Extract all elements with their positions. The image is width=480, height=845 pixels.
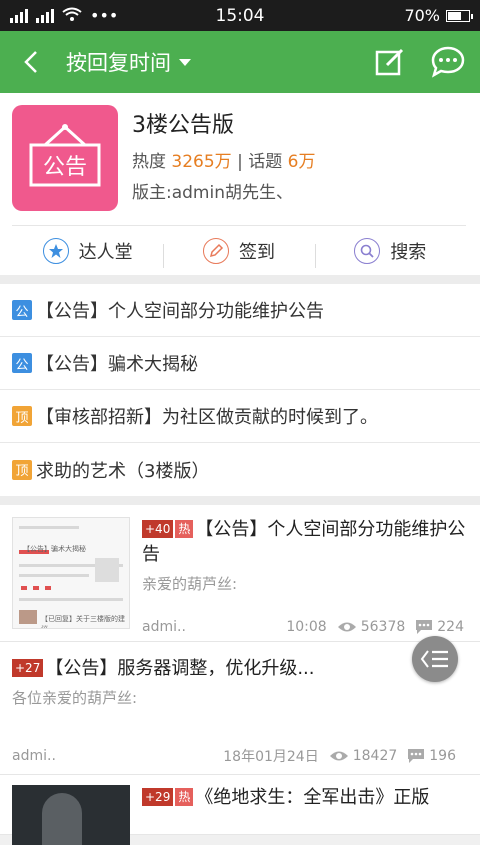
post-title: +40 热【公告】个人空间部分功能维护公告	[142, 517, 468, 567]
heat-value: 3265万	[171, 152, 232, 172]
score-badge: +40	[142, 520, 174, 538]
post-meta: admi.. 10:08 56378 224	[142, 619, 464, 635]
eye-icon	[337, 622, 356, 632]
post-item[interactable]: +27 【公告】服务器调整，优化升级... 各位亲爱的葫芦丝: admi.. 18…	[0, 642, 480, 775]
post-title: +27 【公告】服务器调整，优化升级...	[12, 656, 468, 681]
notice-text: 【审核部招新】为社区做贡献的时候到了。	[36, 407, 378, 428]
pinned-tag: 顶	[12, 459, 32, 480]
post-author: admi..	[12, 748, 56, 764]
search-button[interactable]: 搜索	[314, 237, 466, 268]
back-arrow-icon	[24, 51, 37, 73]
board-name: 3楼公告版	[132, 113, 234, 138]
post-item[interactable]: 【公告】骗术大揭秘 【已回复】关于三楼版的建议 +40 热【公告】个人空间部分功能…	[0, 505, 480, 642]
thumb-text: 【公告】骗术大揭秘	[23, 545, 86, 553]
sort-dropdown-label: 按回复时间	[66, 51, 171, 75]
experts-button[interactable]: 达人堂	[12, 237, 163, 264]
section-divider	[0, 275, 480, 284]
post-time: 18年01月24日	[223, 749, 319, 765]
post-list: 【公告】骗术大揭秘 【已回复】关于三楼版的建议 +40 热【公告】个人空间部分功能…	[0, 505, 480, 845]
board-moderator: 版主:admin胡先生、	[132, 183, 293, 203]
notice-item[interactable]: 公 【公告】骗术大揭秘	[0, 337, 480, 390]
notice-text: 【公告】个人空间部分功能维护公告	[36, 301, 324, 322]
post-thumbnail: 【公告】骗术大揭秘 【已回复】关于三楼版的建议	[12, 517, 130, 629]
post-time: 10:08	[286, 619, 327, 635]
heat-label: 热度	[132, 152, 166, 172]
comment-icon	[408, 749, 425, 763]
pinned-tag: 顶	[12, 406, 32, 426]
score-badge: +27	[12, 659, 44, 677]
post-item[interactable]: +29 热《绝地求生：全军出击》正版	[0, 775, 480, 845]
battery-icon	[446, 9, 473, 22]
topics-value: 6万	[287, 152, 316, 172]
sort-dropdown[interactable]: 按回复时间	[66, 47, 191, 77]
status-time: 15:04	[215, 5, 265, 26]
pencil-icon	[202, 237, 229, 264]
back-button[interactable]	[14, 45, 48, 79]
notice-item[interactable]: 顶 【审核部招新】为社区做贡献的时候到了。	[0, 390, 480, 443]
announcement-tag: 公	[12, 300, 32, 320]
board-stats: 热度 3265万 | 话题 6万	[132, 147, 315, 172]
announcement-tag: 公	[12, 353, 32, 373]
notice-text: 求助的艺术（3楼版）	[36, 460, 210, 482]
star-icon	[42, 237, 69, 264]
post-title: +29 热《绝地求生：全军出击》正版	[142, 785, 468, 810]
floating-menu-button[interactable]	[412, 636, 458, 682]
comment-count: 224	[437, 619, 464, 635]
board-action-bar: 达人堂 签到 搜索	[12, 225, 466, 275]
search-label: 搜索	[390, 241, 427, 263]
notice-item[interactable]: 顶 求助的艺术（3楼版）	[0, 443, 480, 496]
caret-down-icon	[179, 58, 191, 66]
post-title-text: 《绝地求生：全军出击》正版	[195, 787, 430, 808]
view-count: 18427	[352, 748, 398, 764]
comment-count: 196	[429, 748, 456, 764]
board-header: 公告 3楼公告版 热度 3265万 | 话题 6万 版主:admin胡先生、 达…	[0, 93, 480, 275]
view-count: 56378	[360, 619, 406, 635]
notice-item[interactable]: 公 【公告】个人空间部分功能维护公告	[0, 284, 480, 337]
board-icon-text: 公告	[43, 155, 87, 180]
post-thumbnail	[12, 785, 130, 845]
post-excerpt: 亲爱的葫芦丝:	[142, 575, 238, 593]
post-title-text: 【公告】服务器调整，优化升级...	[45, 658, 315, 679]
notice-sign-icon: 公告	[29, 124, 101, 187]
notice-text: 【公告】骗术大揭秘	[36, 354, 198, 375]
collapse-menu-icon	[420, 650, 448, 668]
thumb-text: 【已回复】关于三楼版的建议	[41, 615, 125, 629]
stats-separator: |	[237, 152, 243, 172]
messages-button[interactable]	[430, 44, 466, 80]
experts-label: 达人堂	[78, 241, 133, 263]
post-excerpt: 各位亲爱的葫芦丝:	[12, 689, 138, 707]
board-icon: 公告	[12, 105, 118, 211]
checkin-button[interactable]: 签到	[163, 237, 314, 268]
hot-badge: 热	[175, 520, 194, 538]
chat-bubble-icon	[431, 46, 465, 78]
pinned-notices: 公 【公告】个人空间部分功能维护公告 公 【公告】骗术大揭秘 顶 【审核部招新】…	[0, 284, 480, 496]
checkin-label: 签到	[238, 241, 275, 263]
post-author: admi..	[142, 619, 186, 635]
score-badge: +29	[142, 788, 174, 806]
search-icon	[354, 237, 381, 264]
compose-icon	[375, 48, 404, 76]
comment-icon	[416, 620, 433, 634]
post-meta: admi.. 18年01月24日 18427 196	[12, 746, 456, 766]
section-divider	[0, 496, 480, 505]
compose-button[interactable]	[372, 44, 408, 80]
status-bar: ••• 15:04 70%	[0, 0, 480, 31]
top-nav-bar: 按回复时间	[0, 31, 480, 93]
eye-icon	[329, 751, 348, 761]
topics-label: 话题	[248, 152, 283, 172]
hot-badge: 热	[175, 788, 194, 806]
